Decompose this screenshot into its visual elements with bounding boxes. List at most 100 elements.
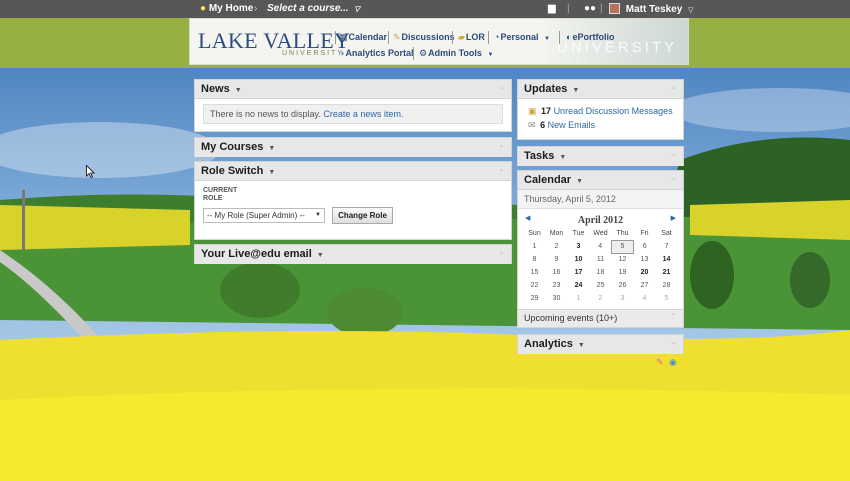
nav-analytics-portal[interactable]: ◑Analytics Portal	[339, 48, 413, 58]
calendar-day[interactable]: 3	[612, 292, 634, 305]
collapse-icon[interactable]: ⌃	[670, 172, 677, 191]
role-switch-widget: Role Switch ▼ ⌃ CURRENT ROLE -- My Role (…	[194, 161, 512, 240]
upcoming-events[interactable]: Upcoming events (10+) ⌃	[518, 309, 683, 327]
calendar-day[interactable]: 4	[590, 240, 612, 253]
calendar-day[interactable]: 22	[524, 279, 546, 292]
calendar-day[interactable]: 2	[546, 240, 568, 253]
news-header[interactable]: News ▼ ⌃	[195, 80, 511, 99]
tasks-header[interactable]: Tasks ▼ ⌃	[518, 147, 683, 166]
collapse-icon[interactable]: ⌃	[498, 139, 505, 158]
calendar-day[interactable]: 5	[656, 292, 678, 305]
chevron-down-icon: ▽	[688, 7, 694, 14]
chevron-down-icon[interactable]: ▼	[576, 178, 583, 185]
calendar-day[interactable]: 18	[590, 266, 612, 279]
eportfolio-icon: ◐	[566, 32, 572, 42]
change-role-button[interactable]: Change Role	[332, 207, 393, 224]
selected-date: Thursday, April 5, 2012	[518, 190, 683, 209]
message-alerts-icon[interactable]: ▆	[548, 3, 556, 14]
news-empty-message: There is no news to display. Create a ne…	[203, 104, 503, 124]
subscription-alerts-icon[interactable]: ●●	[584, 3, 596, 14]
nav-admin-tools[interactable]: ⚙Admin Tools ▼	[419, 48, 493, 59]
course-selector[interactable]: Select a course... ▽	[267, 3, 360, 14]
divider: |	[567, 3, 570, 14]
home-bulb-icon: ●	[200, 3, 207, 14]
my-home-link[interactable]: ● My Home	[200, 3, 253, 14]
settings-icon[interactable]: ◉	[669, 357, 677, 368]
chevron-down-icon[interactable]: ▼	[578, 342, 585, 349]
create-news-link[interactable]: Create a news item.	[323, 109, 403, 119]
collapse-icon[interactable]: ⌃	[498, 163, 505, 182]
live-email-header[interactable]: Your Live@edu email ▼ ⌃	[195, 245, 511, 264]
calendar-header[interactable]: Calendar ▼ ⌃	[518, 171, 683, 190]
calendar-day[interactable]: 9	[546, 253, 568, 266]
calendar-day[interactable]: 1	[568, 292, 590, 305]
calendar-day[interactable]: 4	[634, 292, 656, 305]
chevron-down-icon[interactable]: ▼	[235, 87, 242, 94]
weekday-header: Mon	[549, 230, 564, 237]
nav-discussions[interactable]: ✎Discussions	[393, 32, 455, 43]
update-item-discussions[interactable]: ▣ 17 Unread Discussion Messages	[528, 104, 673, 118]
calendar-day[interactable]: 15	[524, 266, 546, 279]
calendar-day[interactable]: 24	[568, 279, 590, 292]
calendar-grid: Sun Mon Tue Wed Thu Fri Sat 1 2 3 4 5 6 7 8 9 10 11 12 13 1…	[524, 227, 678, 305]
calendar-day[interactable]: 6	[634, 240, 656, 253]
calendar-day[interactable]: 8	[524, 253, 546, 266]
calendar-day[interactable]: 1	[524, 240, 546, 253]
current-role-label: CURRENT ROLE	[203, 187, 238, 202]
nav-eportfolio[interactable]: ◐ePortfolio	[566, 32, 614, 42]
divider: |	[600, 3, 603, 14]
calendar-day[interactable]: 11	[590, 253, 612, 266]
calendar-day[interactable]: 27	[634, 279, 656, 292]
calendar-day[interactable]: 16	[546, 266, 568, 279]
collapse-icon[interactable]: ⌃	[670, 312, 677, 321]
calendar-day[interactable]: 17	[568, 266, 590, 279]
chevron-down-icon[interactable]: ▼	[268, 145, 275, 152]
prev-month-arrow-icon[interactable]: ◀	[525, 214, 530, 222]
collapse-icon[interactable]: ⌃	[498, 246, 505, 265]
calendar-day[interactable]: 28	[656, 279, 678, 292]
chevron-down-icon: ▽	[354, 6, 360, 13]
calendar-day[interactable]: 10	[568, 253, 590, 266]
nav-lor[interactable]: ▰LOR	[458, 32, 485, 43]
calendar-day[interactable]: 14	[656, 253, 678, 266]
calendar-day[interactable]: 20	[634, 266, 656, 279]
my-courses-widget: My Courses ▼ ⌃	[194, 137, 512, 157]
edit-pencil-icon[interactable]: ✎	[656, 357, 664, 368]
calendar-day[interactable]: 21	[656, 266, 678, 279]
calendar-day[interactable]: 23	[546, 279, 568, 292]
calendar-day[interactable]: 19	[612, 266, 634, 279]
updates-header[interactable]: Updates ▼ ⌃	[518, 80, 683, 99]
chevron-down-icon[interactable]: ▼	[268, 169, 275, 176]
my-courses-header[interactable]: My Courses ▼ ⌃	[195, 138, 511, 157]
role-select[interactable]: -- My Role (Super Admin) -- ▼	[203, 208, 325, 223]
calendar-day[interactable]: 3	[568, 240, 590, 253]
calendar-day[interactable]: 26	[612, 279, 634, 292]
weekday-header: Wed	[593, 230, 608, 237]
calendar-day[interactable]: 13	[634, 253, 656, 266]
updates-widget: Updates ▼ ⌃ ▣ 17 Unread Discussion Messag…	[517, 79, 684, 140]
next-month-arrow-icon[interactable]: ▶	[671, 214, 676, 222]
user-menu[interactable]: Matt Teskey ▽	[609, 3, 693, 15]
calendar-day[interactable]: 2	[590, 292, 612, 305]
calendar-day[interactable]: 12	[612, 253, 634, 266]
calendar-day[interactable]: 5	[611, 239, 634, 254]
nav-calendar[interactable]: ▦Calendar	[339, 32, 387, 43]
chevron-down-icon[interactable]: ▼	[572, 87, 579, 94]
collapse-icon[interactable]: ⌃	[670, 336, 677, 355]
divider	[413, 47, 414, 60]
calendar-day[interactable]: 7	[656, 240, 678, 253]
chevron-down-icon[interactable]: ▼	[559, 154, 566, 161]
nav-personal[interactable]: ◔Personal ▼	[494, 32, 550, 42]
collapse-icon[interactable]: ⌃	[498, 81, 505, 100]
weekday-header: Fri	[640, 230, 649, 237]
calendar-day[interactable]: 30	[546, 292, 568, 305]
collapse-icon[interactable]: ⌃	[670, 81, 677, 100]
collapse-icon[interactable]: ⌃	[670, 148, 677, 167]
calendar-day[interactable]: 29	[524, 292, 546, 305]
calendar-day[interactable]: 25	[590, 279, 612, 292]
divider	[488, 31, 489, 44]
update-item-emails[interactable]: ✉ 6 New Emails	[528, 118, 673, 132]
analytics-header[interactable]: Analytics ▼ ⌃	[518, 335, 683, 354]
chevron-down-icon[interactable]: ▼	[317, 252, 324, 259]
role-switch-header[interactable]: Role Switch ▼ ⌃	[195, 162, 511, 181]
